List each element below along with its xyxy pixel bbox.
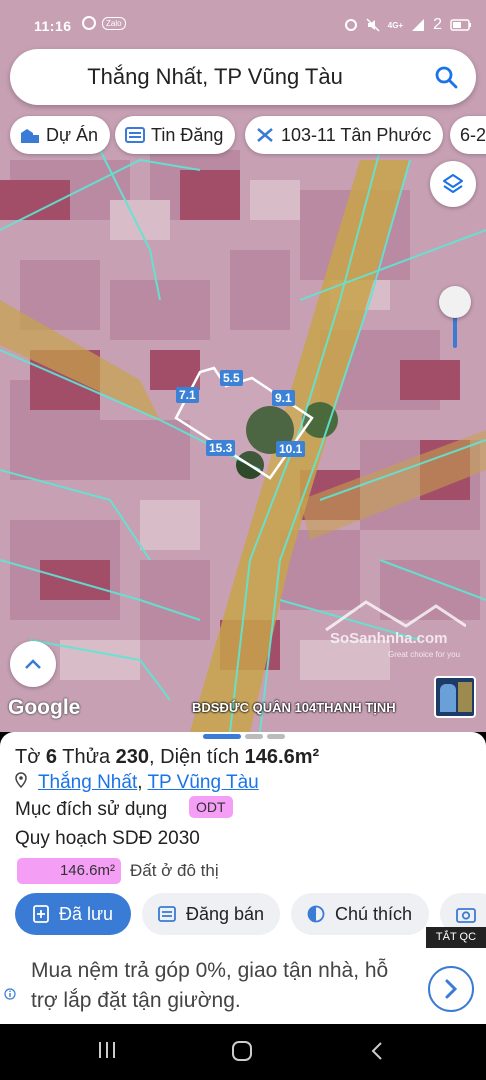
location-ward-link[interactable]: Thắng Nhất xyxy=(38,772,137,793)
search-bar[interactable]: Thắng Nhất, TP Vũng Tàu xyxy=(10,49,476,105)
map-credit: BDSĐỨC QUÂN 104THANH TỊNH xyxy=(192,700,396,715)
chip-more[interactable]: 6-2 xyxy=(450,116,486,154)
plot-dimension-label: 5.5 xyxy=(220,370,243,386)
parcel-info-sheet: Tờ 6 Thửa 230, Diện tích 146.6m² Thắng N… xyxy=(0,732,486,948)
system-nav-bar xyxy=(0,1024,486,1080)
list-icon xyxy=(125,127,145,143)
layers-icon xyxy=(443,174,463,193)
close-ad-button[interactable]: TẮT QC xyxy=(426,927,486,948)
chip-du-an[interactable]: Dự Án xyxy=(10,116,111,154)
battery-icon xyxy=(450,19,471,31)
plan-type-label: Đất ở đô thị xyxy=(130,861,219,880)
search-query[interactable]: Thắng Nhất, TP Vũng Tàu xyxy=(10,64,420,90)
bookmark-plus-icon xyxy=(33,905,49,923)
watermark-tagline: Great choice for you xyxy=(388,650,461,659)
chip-tin-dang[interactable]: Tin Đăng xyxy=(115,116,236,154)
search-icon[interactable] xyxy=(434,65,458,89)
alarm-icon xyxy=(344,19,357,31)
opacity-slider-track[interactable] xyxy=(453,316,457,348)
expand-up-button[interactable] xyxy=(10,641,56,687)
house-icon xyxy=(325,600,466,632)
status-time: 11:16 xyxy=(34,18,72,34)
plot-dimension-label: 15.3 xyxy=(206,440,236,456)
building-icon xyxy=(21,129,39,143)
parcel-title: Tờ 6 Thửa 230, Diện tích 146.6m² xyxy=(15,746,320,768)
google-logo: Google xyxy=(8,696,81,719)
ad-thumbnail[interactable] xyxy=(434,676,476,718)
home-icon[interactable] xyxy=(231,1040,253,1062)
plan-area-bar: 146.6m² xyxy=(17,858,121,884)
info-icon[interactable] xyxy=(4,988,16,1000)
plot-dimension-label: 10.1 xyxy=(276,441,306,457)
network-label: 4G+ xyxy=(387,20,404,30)
list-icon xyxy=(158,906,176,922)
layers-button[interactable] xyxy=(430,161,476,207)
sim-label: 2 xyxy=(433,16,442,33)
purpose-label: Mục đích sử dụng xyxy=(15,799,168,820)
chevron-right-icon xyxy=(445,979,458,999)
notification-icon xyxy=(82,16,96,30)
sheet-handle[interactable] xyxy=(203,734,285,739)
ad-text: Mua nệm trả góp 0%, giao tận nhà, hỗ trợ… xyxy=(31,959,389,1012)
saved-button[interactable]: Đã lưu xyxy=(15,893,131,935)
mute-icon xyxy=(366,18,380,32)
signal-icon xyxy=(412,19,425,31)
camera-icon xyxy=(456,908,476,923)
location-pin-icon xyxy=(15,772,27,789)
contrast-icon xyxy=(307,905,325,923)
chip-route[interactable]: 103-11 Tân Phước xyxy=(245,116,444,154)
ad-banner[interactable]: Mua nệm trả góp 0%, giao tận nhà, hỗ trợ… xyxy=(0,948,486,1024)
ad-go-button[interactable] xyxy=(428,966,474,1012)
status-bar: 11:16 Zalo 4G+ 2 xyxy=(0,0,486,46)
watermark-logo: SoSanhnha.com Great choice for you xyxy=(316,596,476,666)
route-icon xyxy=(257,128,273,142)
recents-icon[interactable] xyxy=(96,1040,118,1060)
opacity-slider-handle[interactable] xyxy=(439,286,471,318)
location-city-link[interactable]: TP Vũng Tàu xyxy=(147,772,258,793)
watermark-brand: SoSanhnha.com xyxy=(330,630,448,647)
post-sale-button[interactable]: Đăng bán xyxy=(142,893,280,935)
legend-button[interactable]: Chú thích xyxy=(291,893,429,935)
parcel-location: Thắng Nhất, TP Vũng Tàu xyxy=(15,772,259,794)
chevron-up-icon xyxy=(25,659,41,669)
map-view[interactable]: 5.5 7.1 9.1 15.3 10.1 11:16 Zalo 4G+ 2 T… xyxy=(0,0,486,732)
plot-dimension-label: 7.1 xyxy=(176,387,199,403)
plan-label: Quy hoạch SDĐ 2030 xyxy=(15,828,200,849)
plot-dimension-label: 9.1 xyxy=(272,390,295,406)
back-icon[interactable] xyxy=(370,1040,384,1062)
purpose-code-badge: ODT xyxy=(189,796,233,818)
zalo-icon: Zalo xyxy=(102,16,126,30)
